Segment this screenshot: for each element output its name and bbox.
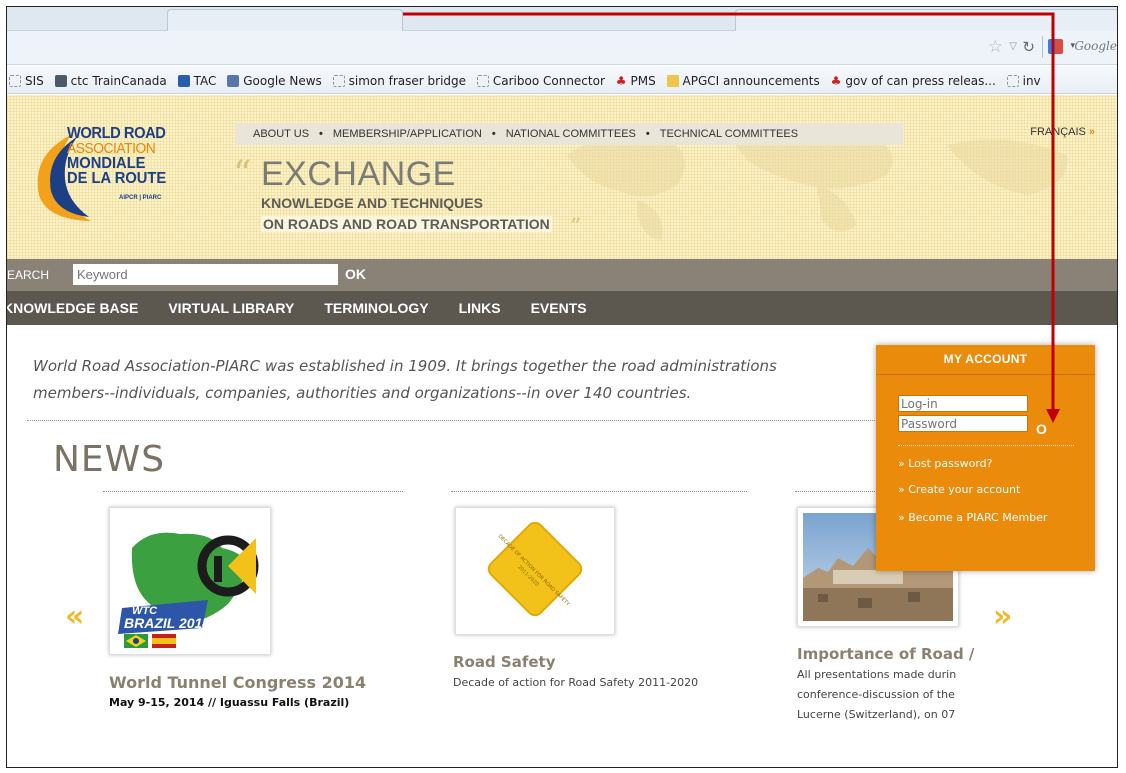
news-title-road-safety[interactable]: Road Safety bbox=[453, 653, 556, 671]
piarc-logo[interactable]: WORLD ROAD ASSOCIATION MONDIALE DE LA RO… bbox=[31, 125, 201, 235]
wtc-brazil-logo-icon: WTC BRAZIL 2014 bbox=[118, 532, 259, 648]
news-line: All presentations made durin bbox=[797, 668, 957, 681]
maple-leaf-icon: ♣ bbox=[615, 73, 627, 88]
language-label: FRANÇAIS bbox=[1030, 126, 1086, 138]
browser-navbar: ☆ ▽ ↻ ▾ Google bbox=[7, 31, 1117, 65]
bookmark-inv[interactable]: inv bbox=[1006, 74, 1041, 88]
svg-text:BRAZIL 2014: BRAZIL 2014 bbox=[124, 615, 210, 631]
train-icon bbox=[54, 74, 67, 87]
screenshot-frame: ☆ ▽ ↻ ▾ Google SIS ctc TrainCanada TAC G… bbox=[6, 6, 1118, 768]
top-navigation: ABOUT US • MEMBERSHIP/APPLICATION • NATION… bbox=[235, 123, 903, 145]
bookmark-pms[interactable]: ♣ PMS bbox=[616, 74, 656, 88]
close-quote-icon: ” bbox=[570, 215, 582, 240]
nav-separator: • bbox=[319, 128, 323, 140]
bookmark-simon-fraser-bridge[interactable]: simon fraser bridge bbox=[332, 74, 466, 88]
news-title-importance[interactable]: Importance of Road / bbox=[797, 645, 974, 663]
bookmark-tac[interactable]: TAC bbox=[177, 74, 216, 88]
page-icon bbox=[332, 74, 345, 87]
news-text-importance: All presentations made durin conference-… bbox=[797, 665, 956, 725]
divider bbox=[898, 445, 1074, 446]
browser-tab[interactable] bbox=[735, 9, 1117, 31]
search-bar: EARCH OK bbox=[7, 259, 1117, 291]
logo-line-5: AIPCR | PIARC bbox=[119, 195, 162, 201]
nav-links[interactable]: LINKS bbox=[459, 300, 501, 316]
nav-membership[interactable]: MEMBERSHIP/APPLICATION bbox=[333, 128, 482, 140]
piarc-website: WORLD ROAD ASSOCIATION MONDIALE DE LA RO… bbox=[7, 95, 1117, 767]
nav-about-us[interactable]: ABOUT US bbox=[253, 128, 309, 140]
login-ok-button[interactable]: O bbox=[1036, 421, 1047, 437]
nav-terminology[interactable]: TERMINOLOGY bbox=[324, 300, 428, 316]
main-navigation: KNOWLEDGE BASE VIRTUAL LIBRARY TERMINOLO… bbox=[7, 291, 1117, 325]
maple-leaf-icon: ♣ bbox=[830, 73, 842, 88]
news-thumb-road-safety[interactable]: DECADE OF ACTION FOR ROAD SAFETY 2011-20… bbox=[455, 507, 615, 635]
tagline-heading: EXCHANGE bbox=[261, 155, 456, 193]
nav-events[interactable]: EVENTS bbox=[531, 300, 587, 316]
bookmark-ctc-traincanada[interactable]: ctc TrainCanada bbox=[54, 74, 167, 88]
browser-tab-strip bbox=[7, 7, 1117, 31]
folder-icon bbox=[666, 74, 679, 87]
chevron-down-icon: » bbox=[1088, 126, 1095, 138]
divider bbox=[27, 420, 887, 421]
tagline-line-2: ON ROADS AND ROAD TRANSPORTATION bbox=[261, 216, 552, 232]
nav-knowledge-base[interactable]: KNOWLEDGE BASE bbox=[7, 300, 138, 316]
create-account-link[interactable]: » Create your account bbox=[898, 483, 1020, 496]
divider bbox=[451, 491, 747, 492]
nav-technical-committees[interactable]: TECHNICAL COMMITTEES bbox=[660, 128, 798, 140]
lost-password-link[interactable]: » Lost password? bbox=[898, 457, 993, 470]
bookmark-gov-of-can[interactable]: ♣ gov of can press releas... bbox=[831, 74, 996, 88]
browser-tab[interactable] bbox=[167, 9, 403, 31]
header-banner: WORLD ROAD ASSOCIATION MONDIALE DE LA RO… bbox=[7, 95, 1117, 259]
bookmark-apgci[interactable]: APGCI announcements bbox=[666, 74, 820, 88]
reload-icon[interactable]: ↻ bbox=[1022, 38, 1035, 56]
bookmark-star-icon[interactable]: ☆ bbox=[988, 37, 1003, 57]
news-subtitle-wtc: May 9-15, 2014 // Iguassu Falls (Brazil) bbox=[109, 696, 350, 709]
intro-text: World Road Association-PIARC was establi… bbox=[33, 353, 893, 407]
news-icon bbox=[227, 74, 240, 87]
dropdown-arrow-icon[interactable]: ▽ bbox=[1009, 41, 1017, 52]
google-search-icon[interactable] bbox=[1048, 39, 1063, 54]
page-icon bbox=[9, 74, 21, 87]
road-safety-sign-icon: DECADE OF ACTION FOR ROAD SAFETY 2011-20… bbox=[487, 521, 583, 617]
intro-line-2: members--individuals, companies, authori… bbox=[33, 384, 692, 402]
language-switch[interactable]: FRANÇAIS» bbox=[1030, 126, 1095, 138]
news-title-wtc[interactable]: World Tunnel Congress 2014 bbox=[109, 673, 366, 692]
bookmark-google-news[interactable]: Google News bbox=[227, 74, 322, 88]
password-field[interactable] bbox=[898, 415, 1028, 432]
nav-separator: • bbox=[645, 128, 650, 140]
search-engine-label[interactable]: Google bbox=[1074, 39, 1117, 53]
search-label: EARCH bbox=[7, 268, 50, 282]
nav-national-committees[interactable]: NATIONAL COMMITTEES bbox=[506, 128, 636, 140]
tac-icon bbox=[177, 74, 190, 87]
bookmark-cariboo-connector[interactable]: Cariboo Connector bbox=[476, 74, 605, 88]
bookmarks-bar: SIS ctc TrainCanada TAC Google News simo… bbox=[7, 66, 1117, 94]
bookmark-sis[interactable]: SIS bbox=[9, 74, 44, 88]
news-line: Lucerne (Switzerland), on 07 bbox=[797, 708, 956, 721]
news-thumb-wtc[interactable]: WTC BRAZIL 2014 bbox=[109, 507, 271, 655]
carousel-next-arrow-icon[interactable]: » bbox=[993, 599, 1012, 634]
login-field[interactable] bbox=[898, 395, 1028, 412]
news-subtitle-road-safety: Decade of action for Road Safety 2011-20… bbox=[453, 676, 699, 689]
become-member-link[interactable]: » Become a PIARC Member bbox=[898, 511, 1047, 524]
news-line: conference-discussion of the bbox=[797, 688, 955, 701]
divider bbox=[103, 491, 403, 492]
search-input[interactable] bbox=[73, 264, 338, 285]
nav-virtual-library[interactable]: VIRTUAL LIBRARY bbox=[168, 300, 294, 316]
page-icon bbox=[1006, 74, 1019, 87]
tagline-line-1: KNOWLEDGE AND TECHNIQUES bbox=[261, 195, 483, 211]
page-icon bbox=[476, 74, 489, 87]
my-account-panel: MY ACCOUNT O » Lost password? » Create y… bbox=[876, 345, 1095, 571]
open-quote-icon: “ bbox=[233, 154, 252, 195]
logo-line-4: DE LA ROUTE bbox=[67, 170, 167, 187]
separator bbox=[1042, 36, 1043, 58]
search-ok-button[interactable]: OK bbox=[345, 266, 366, 282]
intro-line-1: World Road Association-PIARC was establi… bbox=[33, 357, 777, 375]
carousel-prev-arrow-icon[interactable]: « bbox=[65, 599, 84, 634]
my-account-title: MY ACCOUNT bbox=[876, 345, 1095, 375]
nav-separator: • bbox=[491, 128, 496, 140]
news-heading: NEWS bbox=[53, 439, 166, 480]
